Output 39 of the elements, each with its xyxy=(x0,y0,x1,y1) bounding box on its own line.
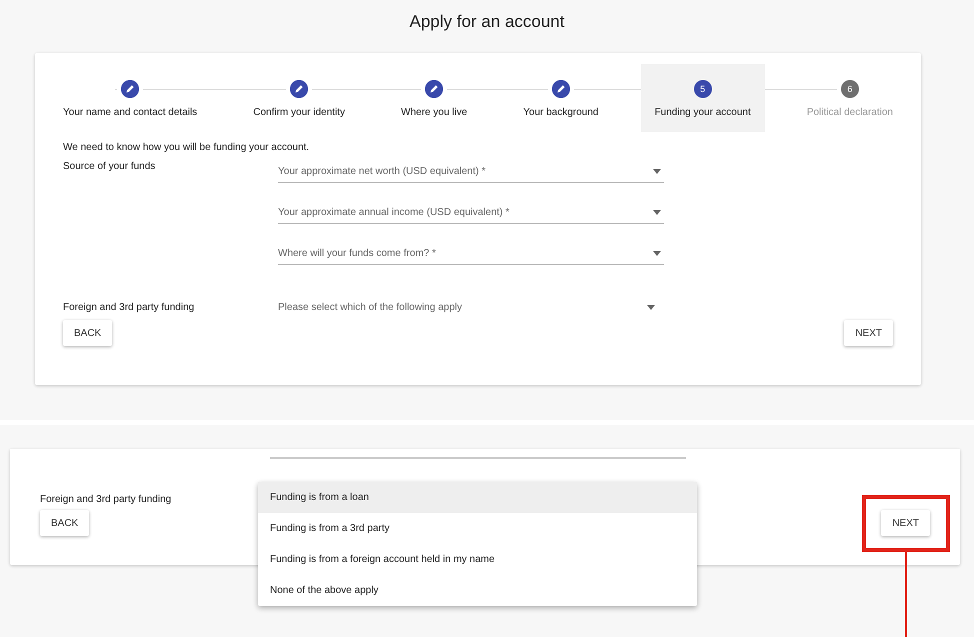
stepper-step[interactable]: 5 Funding your account xyxy=(640,64,765,132)
back-button[interactable]: BACK xyxy=(40,510,90,536)
page-title: Apply for an account xyxy=(408,12,566,32)
intro-text: We need to know how you will be funding your account. xyxy=(63,142,310,153)
stepper-step[interactable]: Confirm your identity xyxy=(239,64,359,132)
dropdown-option[interactable]: None of the above apply xyxy=(258,575,697,606)
step-label: Confirm your identity xyxy=(253,107,345,118)
field-placeholder: Your approximate net worth (USD equivalent) * xyxy=(278,166,486,177)
dropdown-caret-icon xyxy=(647,304,655,310)
stepper-step[interactable]: Your background xyxy=(509,64,612,132)
select-field[interactable]: Your approximate annual income (USD equivalent) * xyxy=(278,202,664,224)
step-label: Political declaration xyxy=(806,107,893,118)
step-label: Where you live xyxy=(401,107,468,118)
next-button[interactable]: NEXT xyxy=(844,320,893,346)
stepper-step[interactable]: Your name and contact details xyxy=(49,64,212,132)
field-label: Foreign and 3rd party funding xyxy=(40,494,172,505)
dropdown-caret-icon xyxy=(653,210,661,215)
field-placeholder: Your approximate annual income (USD equivalent) * xyxy=(278,207,510,218)
select-field[interactable]: Your approximate net worth (USD equivalent) * xyxy=(278,161,664,183)
select-field[interactable]: Please select which of the following apply xyxy=(278,296,658,318)
next-button[interactable]: NEXT xyxy=(881,510,930,536)
back-button[interactable]: BACK xyxy=(63,320,112,346)
field-placeholder: Please select which of the following apply xyxy=(278,302,462,312)
dropdown-option[interactable]: Funding is from a 3rd party xyxy=(258,513,697,544)
field-label: Source of your funds xyxy=(63,161,156,174)
field-placeholder: Where will your funds come from? * xyxy=(278,248,436,259)
step-label: Your background xyxy=(523,107,598,118)
dropdown-caret-icon xyxy=(653,169,661,174)
dropdown-caret-icon xyxy=(653,251,661,256)
step-number: 6 xyxy=(840,80,859,98)
stepper-step[interactable]: Where you live xyxy=(387,64,482,132)
stepper-step[interactable]: 6 Political declaration xyxy=(792,64,907,132)
dropdown-option[interactable]: Funding is from a foreign account held in my name xyxy=(258,544,697,575)
step-label: Your name and contact details xyxy=(63,107,198,118)
field-label: Foreign and 3rd party funding xyxy=(63,302,196,312)
step-label: Funding your account xyxy=(654,107,751,118)
dropdown-option[interactable]: Funding is from a loan xyxy=(258,482,697,513)
step-number: 5 xyxy=(694,80,712,98)
select-field[interactable]: Where will your funds come from? * xyxy=(278,243,664,265)
